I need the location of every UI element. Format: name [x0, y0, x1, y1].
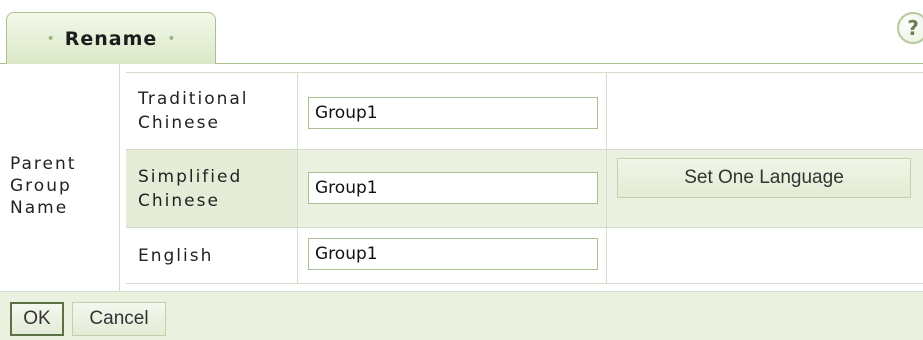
- simplified-chinese-label: Simplified Chinese: [126, 150, 298, 227]
- help-icon-glyph: ?: [907, 16, 919, 40]
- rename-dialog: • Rename • ? Parent Group Name Tradition…: [0, 0, 923, 340]
- traditional-chinese-label: Traditional Chinese: [126, 73, 298, 149]
- tab-left-ornament: •: [46, 30, 55, 47]
- english-input[interactable]: [308, 238, 598, 270]
- tab-rename[interactable]: • Rename •: [6, 12, 216, 64]
- english-label: English: [126, 228, 298, 283]
- set-one-language-button[interactable]: Set One Language: [617, 158, 911, 198]
- tab-right-ornament: •: [167, 30, 176, 47]
- parent-group-name-label: Parent Group Name: [10, 154, 77, 218]
- ok-button[interactable]: OK: [10, 302, 64, 336]
- parent-group-name-label-cell: Parent Group Name: [0, 64, 120, 292]
- set-language-cell: Set One Language: [606, 72, 923, 284]
- tab-label: Rename: [64, 27, 158, 50]
- traditional-chinese-input[interactable]: [308, 97, 598, 129]
- cancel-button[interactable]: Cancel: [72, 302, 166, 336]
- simplified-chinese-input[interactable]: [308, 172, 598, 204]
- help-icon[interactable]: ?: [897, 12, 923, 44]
- dialog-footer: OK Cancel: [0, 291, 923, 340]
- rename-panel: Parent Group Name Traditional Chinese Si…: [0, 63, 923, 292]
